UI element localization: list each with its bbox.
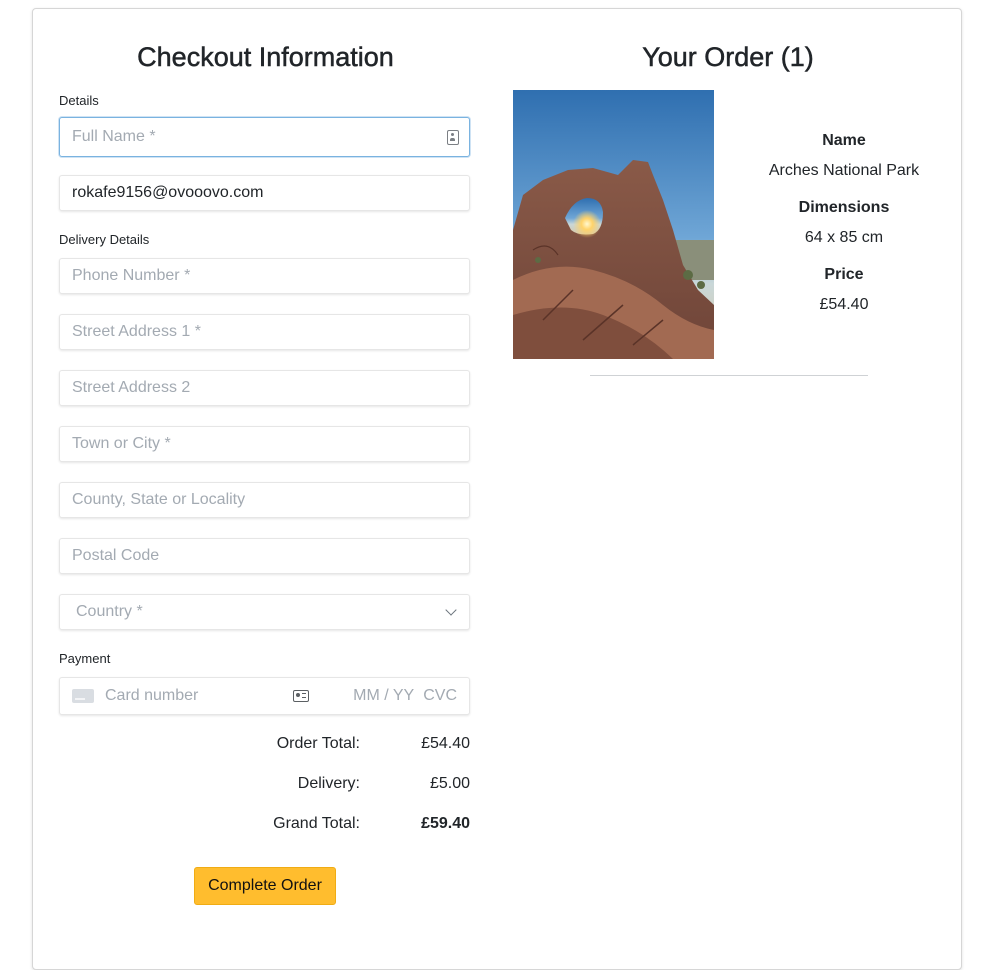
- card-number-input[interactable]: Card number: [105, 687, 198, 705]
- grand-total-label: Grand Total:: [273, 815, 360, 832]
- product-name-value: Arches National Park: [768, 162, 920, 179]
- country-select[interactable]: Country *: [59, 594, 470, 630]
- checkout-card: Checkout Information Details Full Name *…: [32, 8, 962, 970]
- postal-code-placeholder: Postal Code: [72, 547, 160, 564]
- delivery-row: Delivery: £5.00: [59, 775, 470, 795]
- order-total-row: Order Total: £54.40: [59, 735, 470, 755]
- credit-card-icon: [72, 689, 94, 703]
- street-address-1-placeholder: Street Address 1 *: [72, 323, 201, 340]
- delivery-cost-label: Delivery:: [297, 775, 360, 792]
- cvc-input[interactable]: CVC: [423, 687, 457, 705]
- product-price-label: Price: [824, 266, 864, 283]
- expiry-input[interactable]: MM / YY: [353, 687, 414, 705]
- product-dimensions-value: 64 x 85 cm: [804, 229, 884, 246]
- payment-label: Payment: [59, 651, 111, 666]
- chevron-down-icon: [445, 604, 457, 616]
- order-divider: [590, 375, 868, 376]
- full-name-placeholder: Full Name *: [72, 128, 156, 145]
- email-value: rokafe9156@ovooovo.com: [72, 184, 264, 201]
- product-price-value: £54.40: [819, 296, 869, 313]
- street-address-2-field[interactable]: Street Address 2: [59, 370, 470, 406]
- town-city-placeholder: Town or City *: [72, 435, 171, 452]
- autofill-card-icon[interactable]: [293, 690, 310, 702]
- street-address-2-placeholder: Street Address 2: [72, 379, 191, 396]
- order-title: Your Order (1): [642, 42, 814, 73]
- contact-card-icon[interactable]: [447, 129, 459, 145]
- card-element[interactable]: Card number MM / YY CVC: [59, 677, 470, 715]
- town-city-field[interactable]: Town or City *: [59, 426, 470, 462]
- grand-total-row: Grand Total: £59.40: [59, 815, 470, 835]
- delivery-details-label: Delivery Details: [59, 232, 150, 247]
- delivery-cost-value: £5.00: [429, 775, 470, 792]
- grand-total-value: £59.40: [421, 815, 470, 832]
- phone-placeholder: Phone Number *: [72, 267, 191, 284]
- details-label: Details: [59, 93, 99, 108]
- county-placeholder: County, State or Locality: [72, 491, 246, 508]
- full-name-field[interactable]: Full Name *: [59, 117, 470, 157]
- phone-field[interactable]: Phone Number *: [59, 258, 470, 294]
- order-total-label: Order Total:: [276, 735, 360, 752]
- country-selected-value: Country *: [76, 603, 143, 620]
- email-field[interactable]: rokafe9156@ovooovo.com: [59, 175, 470, 211]
- checkout-title: Checkout Information: [137, 42, 394, 73]
- product-image[interactable]: [513, 90, 714, 359]
- county-field[interactable]: County, State or Locality: [59, 482, 470, 518]
- product-dimensions-label: Dimensions: [798, 199, 890, 216]
- product-name-label: Name: [822, 132, 866, 149]
- street-address-1-field[interactable]: Street Address 1 *: [59, 314, 470, 350]
- complete-order-button[interactable]: Complete Order: [194, 867, 336, 905]
- order-total-value: £54.40: [421, 735, 470, 752]
- postal-code-field[interactable]: Postal Code: [59, 538, 470, 574]
